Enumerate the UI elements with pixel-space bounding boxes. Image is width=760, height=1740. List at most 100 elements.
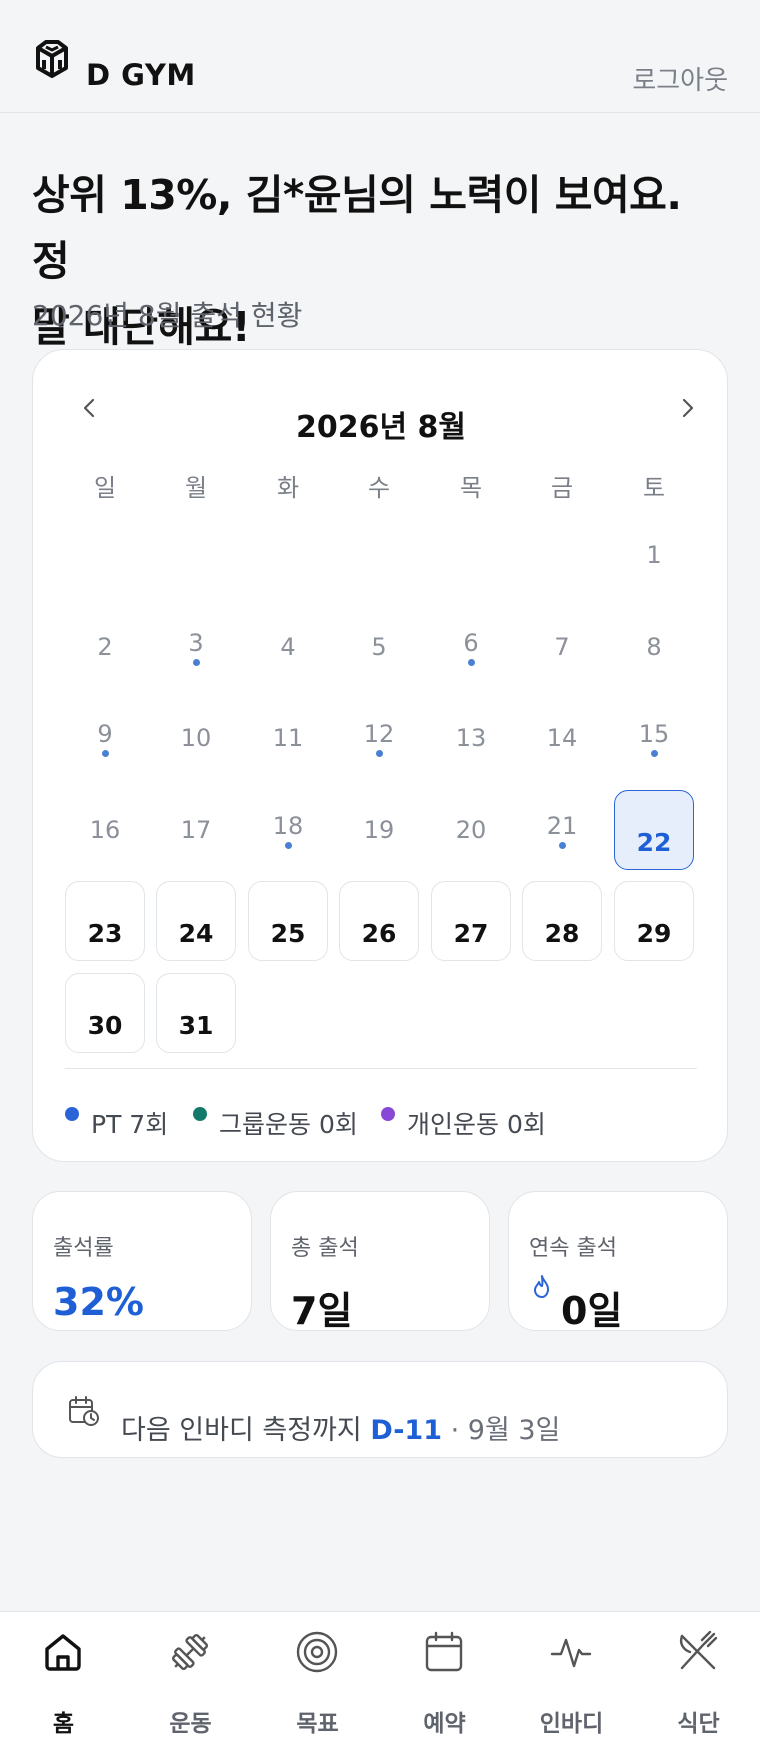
legend-dot-pt: [65, 1107, 79, 1121]
utensils-icon: [679, 1630, 718, 1670]
calendar-day[interactable]: 20: [431, 790, 511, 870]
calendar-day[interactable]: 27: [431, 881, 511, 961]
calendar-day[interactable]: 19: [339, 790, 419, 870]
calendar-day-number: 3: [188, 629, 204, 657]
inbody-dday: D-11: [370, 1415, 443, 1446]
calendar-clock-icon: [69, 1396, 99, 1426]
inbody-reminder-text: 다음 인바디 측정까지 D-11 · 9월 3일: [121, 1408, 560, 1447]
gym-logo-icon: [36, 40, 68, 78]
brand-name: D GYM: [86, 58, 196, 92]
calendar-icon: [425, 1631, 463, 1672]
inbody-reminder-card[interactable]: 다음 인바디 측정까지 D-11 · 9월 3일: [32, 1361, 728, 1458]
app-header: D GYM 로그아웃: [0, 0, 760, 113]
calendar-day[interactable]: 16: [65, 790, 145, 870]
calendar-day[interactable]: 15: [614, 698, 694, 778]
calendar-day[interactable]: 9: [65, 698, 145, 778]
stat-value: 32%: [53, 1280, 144, 1324]
dumbbell-icon: [171, 1633, 209, 1671]
stat-label: 연속 출석: [529, 1236, 617, 1261]
nav-label: 식단: [677, 1711, 720, 1737]
nav-label: 운동: [169, 1711, 212, 1737]
calendar-day-number: 10: [180, 724, 212, 752]
attendance-dot: [468, 659, 475, 666]
calendar-day[interactable]: 22: [614, 790, 694, 870]
legend-dot-group: [193, 1107, 207, 1121]
attendance-subtitle: 2026년 8월 출석 현황: [32, 299, 303, 332]
calendar-day[interactable]: 2: [65, 607, 145, 687]
calendar-day[interactable]: 17: [156, 790, 236, 870]
nav-item-reservation[interactable]: 예약: [381, 1612, 508, 1740]
calendar-day[interactable]: 13: [431, 698, 511, 778]
calendar-day-number: 28: [544, 918, 580, 948]
calendar-day[interactable]: 8: [614, 607, 694, 687]
calendar-day-number: 23: [87, 918, 123, 948]
calendar-day-number: 14: [546, 724, 578, 752]
nav-item-home[interactable]: 홈: [0, 1612, 127, 1740]
calendar-day[interactable]: 28: [522, 881, 602, 961]
calendar-day-number: 21: [546, 812, 578, 840]
calendar-day-number: 11: [272, 724, 304, 752]
calendar-day[interactable]: 7: [522, 607, 602, 687]
pulse-icon: [550, 1638, 592, 1668]
calendar-day-number: 29: [636, 918, 672, 948]
target-icon: [296, 1631, 338, 1673]
calendar-day[interactable]: 10: [156, 698, 236, 778]
stat-label: 총 출석: [291, 1236, 359, 1261]
calendar-day-number: 6: [463, 629, 479, 657]
calendar-day[interactable]: 25: [248, 881, 328, 961]
calendar-day-number: 2: [97, 633, 113, 661]
nav-item-inbody[interactable]: 인바디: [508, 1612, 635, 1740]
calendar-day-number: 25: [270, 918, 306, 948]
nav-item-goal[interactable]: 목표: [254, 1612, 381, 1740]
attendance-dot: [193, 659, 200, 666]
attendance-dot: [376, 750, 383, 757]
calendar-day[interactable]: 14: [522, 698, 602, 778]
calendar-day[interactable]: 29: [614, 881, 694, 961]
calendar-day-number: 20: [455, 816, 487, 844]
calendar-day-number: 18: [272, 812, 304, 840]
nav-item-diet[interactable]: 식단: [635, 1612, 760, 1740]
calendar-day-number: 30: [87, 1010, 123, 1040]
calendar-day[interactable]: 1: [614, 515, 694, 595]
calendar-day[interactable]: 5: [339, 607, 419, 687]
calendar-day-number: 9: [97, 720, 113, 748]
stat-label: 출석률: [53, 1236, 114, 1261]
calendar-day[interactable]: 31: [156, 973, 236, 1053]
calendar-day-number: 26: [361, 918, 397, 948]
calendar-day-number: 15: [638, 720, 670, 748]
calendar-day[interactable]: 30: [65, 973, 145, 1053]
bottom-navigation: 홈 운동 목표 예약 인바디 식단: [0, 1611, 760, 1740]
attendance-calendar-card: 2026년 8월 일 월 화 수 목 금 토 1 2 3 4 5 6 7 8 9 10 11 12 13…: [32, 349, 728, 1162]
stat-value: 7일: [291, 1289, 353, 1333]
calendar-day[interactable]: 18: [248, 790, 328, 870]
stat-total-attendance: 총 출석 7일: [270, 1191, 490, 1333]
calendar-day-number: 19: [363, 816, 395, 844]
calendar-day-number: 13: [455, 724, 487, 752]
logout-button[interactable]: 로그아웃: [632, 60, 728, 97]
calendar-days-grid: 1 2 3 4 5 6 7 8 9 10 11 12 13 14 15 16 17 18 19 20 21 22 23 24 2…: [33, 350, 729, 1053]
calendar-day[interactable]: 12: [339, 698, 419, 778]
calendar-day-number: 1: [646, 541, 662, 569]
legend-label-pt: PT 7회: [91, 1110, 169, 1139]
calendar-day-number: 5: [371, 633, 387, 661]
calendar-day[interactable]: 23: [65, 881, 145, 961]
headline-line-1: 상위 13%, 김*윤님의 노력이 보여요. 정: [32, 171, 682, 285]
calendar-day[interactable]: 26: [339, 881, 419, 961]
calendar-day-number: 24: [178, 918, 214, 948]
nav-item-workout[interactable]: 운동: [127, 1612, 254, 1740]
legend-label-group: 그룹운동 0회: [219, 1110, 358, 1139]
nav-label: 예약: [423, 1711, 466, 1737]
calendar-day[interactable]: 6: [431, 607, 511, 687]
calendar-day-number: 16: [89, 816, 121, 844]
calendar-day[interactable]: 11: [248, 698, 328, 778]
attendance-dot: [285, 842, 292, 849]
calendar-day[interactable]: 24: [156, 881, 236, 961]
nav-label: 홈: [52, 1711, 75, 1737]
calendar-day[interactable]: 3: [156, 607, 236, 687]
calendar-day[interactable]: 4: [248, 607, 328, 687]
nav-label: 목표: [296, 1711, 339, 1737]
calendar-day-number: 8: [646, 633, 662, 661]
calendar-day-number: 17: [180, 816, 212, 844]
calendar-day-number: 12: [363, 720, 395, 748]
calendar-day[interactable]: 21: [522, 790, 602, 870]
